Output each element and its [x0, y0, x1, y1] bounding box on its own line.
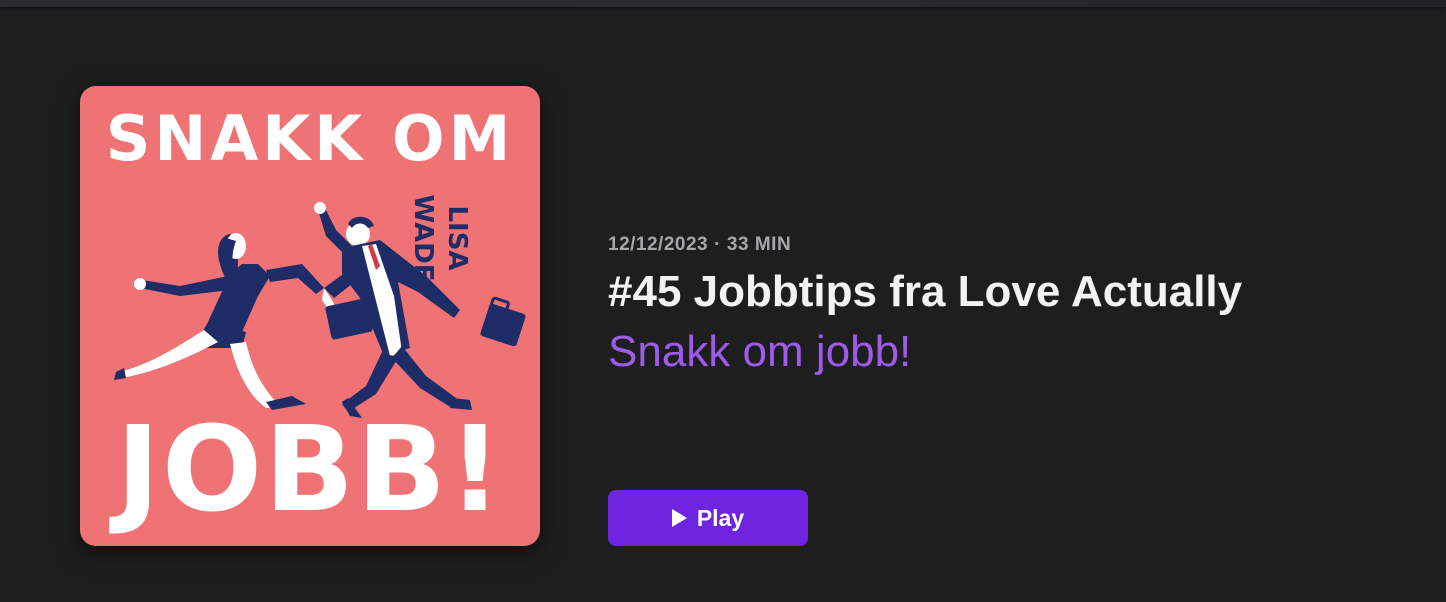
show-name-link[interactable]: Snakk om jobb! [608, 324, 911, 380]
episode-date: 12/12/2023 [608, 234, 709, 255]
play-button[interactable]: Play [608, 490, 808, 546]
episode-title: #45 Jobbtips fra Love Actually [608, 267, 1243, 316]
meta-separator: · [714, 234, 721, 255]
episode-duration: 33 MIN [726, 234, 792, 255]
episode-meta: 12/12/2023 · 33 MIN [608, 234, 791, 256]
episode-page: SNAKK OM LISA WADE JOBB! 12/12/2023 · 33 M… [0, 0, 1446, 602]
woman-figure [114, 233, 336, 410]
artwork-bottom-text: JOBB! [116, 400, 504, 538]
artwork-author-text: LISA WADE [408, 194, 472, 282]
podcast-artwork: SNAKK OM LISA WADE JOBB! [80, 86, 540, 546]
play-icon [671, 509, 687, 527]
play-button-label: Play [696, 504, 745, 531]
artwork-top-text: SNAKK OM [105, 102, 515, 175]
top-bar [0, 0, 1446, 7]
